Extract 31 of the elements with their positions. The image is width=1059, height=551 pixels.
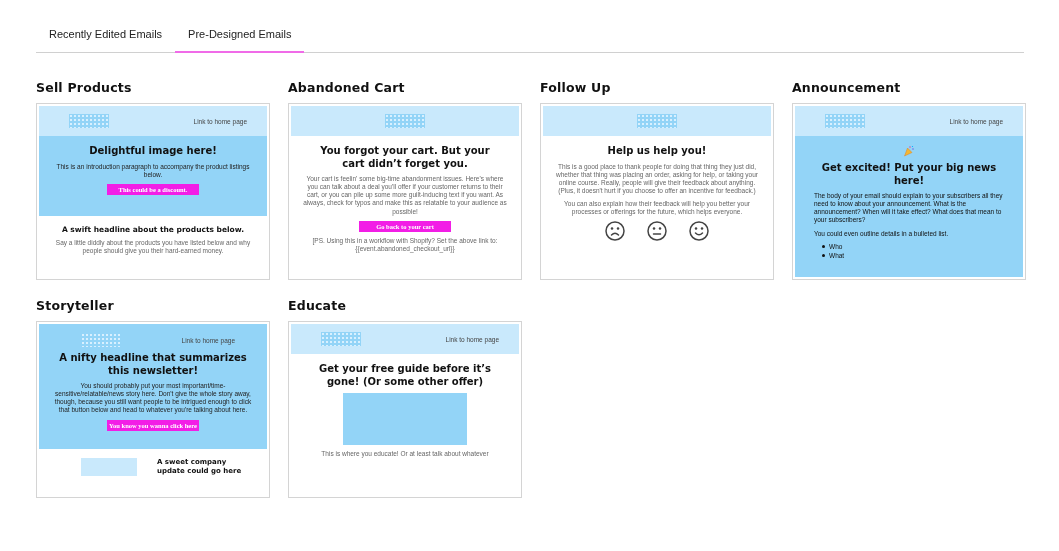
email-heading: Help us help you! <box>607 145 707 158</box>
template-title: Follow Up <box>540 80 612 95</box>
template-preview[interactable] <box>792 103 1026 280</box>
template-preview[interactable] <box>36 321 270 498</box>
email-heading: A nifty headline that summarizes this newsletter! <box>58 352 248 377</box>
bullet-icon <box>822 254 825 258</box>
logo-placeholder <box>825 114 865 128</box>
template-title: Storyteller <box>36 298 115 313</box>
template-title: Announcement <box>792 80 902 95</box>
template-title: Educate <box>288 298 348 313</box>
logo-placeholder <box>81 333 121 347</box>
email-heading: Get excited! Put your big news here! <box>820 162 998 187</box>
neutral-face-icon[interactable] <box>647 221 667 242</box>
template-preview[interactable] <box>36 103 270 280</box>
tab[interactable]: Pre-Designed Emails <box>175 22 305 53</box>
template-preview[interactable] <box>288 103 522 280</box>
logo-placeholder <box>637 114 677 128</box>
party-popper-icon <box>903 145 915 157</box>
email-heading: Get your free guide before it’s gone! (Or some other offer) <box>318 363 492 388</box>
logo-placeholder <box>385 114 425 128</box>
image-placeholder <box>81 458 137 477</box>
sad-face-icon[interactable] <box>605 221 625 242</box>
template-title: Abandoned Cart <box>288 80 406 95</box>
tab[interactable]: Recently Edited Emails <box>36 22 176 53</box>
email-heading: Delightful image here! <box>89 145 217 158</box>
bullet-icon <box>822 245 825 249</box>
email-heading: You forgot your cart. But your cart didn’t forget you. <box>319 145 491 170</box>
happy-face-icon[interactable] <box>689 221 709 242</box>
template-title: Sell Products <box>36 80 133 95</box>
logo-placeholder <box>321 332 361 346</box>
logo-placeholder <box>69 114 109 128</box>
